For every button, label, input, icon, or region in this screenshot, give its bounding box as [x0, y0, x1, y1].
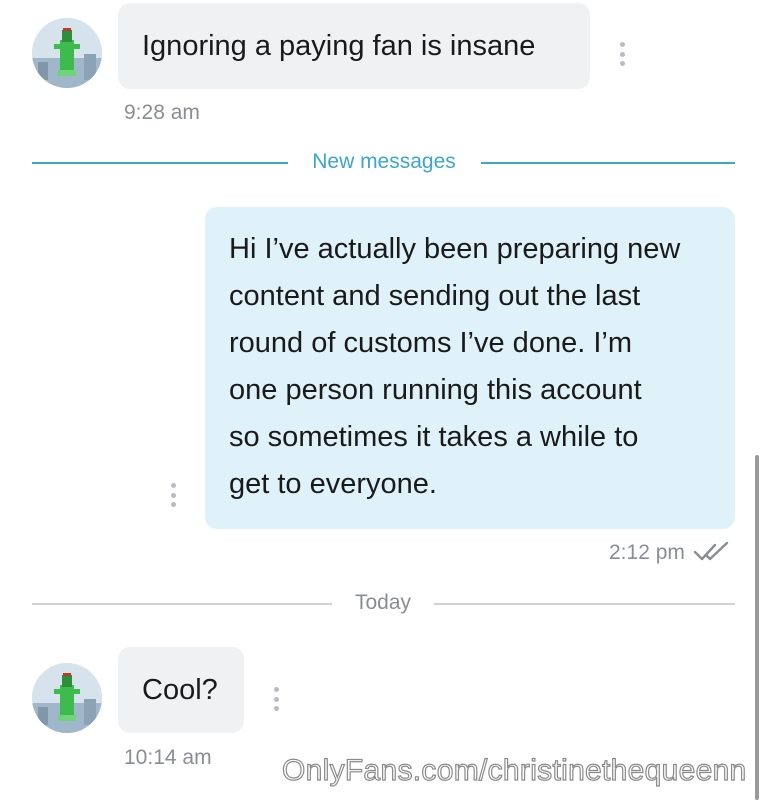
message-timestamp: 9:28 am — [124, 101, 200, 124]
today-divider-left — [32, 603, 332, 605]
message-line: so sometimes it takes a while to — [229, 421, 639, 453]
new-messages-divider-left — [32, 162, 288, 164]
message-timestamp: 2:12 pm — [609, 541, 685, 564]
new-messages-divider-label: New messages — [312, 150, 456, 173]
incoming-message-bubble[interactable]: Cool? — [118, 647, 244, 733]
outgoing-message-bubble[interactable]: Hi I’ve actually been preparing new cont… — [205, 207, 735, 529]
message-line: one person running this account — [229, 374, 642, 406]
chat-thread: Ignoring a paying fan is insane 9:28 am … — [0, 0, 767, 800]
scrollbar-thumb[interactable] — [755, 455, 759, 800]
more-vertical-icon[interactable] — [618, 42, 626, 66]
more-vertical-icon[interactable] — [272, 687, 280, 711]
sender-avatar[interactable] — [32, 18, 102, 88]
message-text: Ignoring a paying fan is insane — [142, 30, 536, 62]
more-vertical-icon[interactable] — [169, 483, 177, 507]
message-line: get to everyone. — [229, 468, 437, 500]
watermark-text: OnlyFans.com/christinethequeenn — [281, 753, 747, 787]
today-divider-label: Today — [354, 591, 412, 614]
message-timestamp: 10:14 am — [124, 746, 212, 769]
sender-avatar[interactable] — [32, 663, 102, 733]
message-line: round of customs I’ve done. I’m — [229, 327, 632, 359]
double-check-icon — [693, 541, 731, 568]
message-line: Hi I’ve actually been preparing new — [229, 233, 681, 265]
new-messages-divider-right — [481, 162, 735, 164]
today-divider-right — [434, 603, 735, 605]
message-text: Cool? — [142, 674, 218, 706]
incoming-message-bubble[interactable]: Ignoring a paying fan is insane — [118, 3, 590, 89]
message-line: content and sending out the last — [229, 280, 641, 312]
